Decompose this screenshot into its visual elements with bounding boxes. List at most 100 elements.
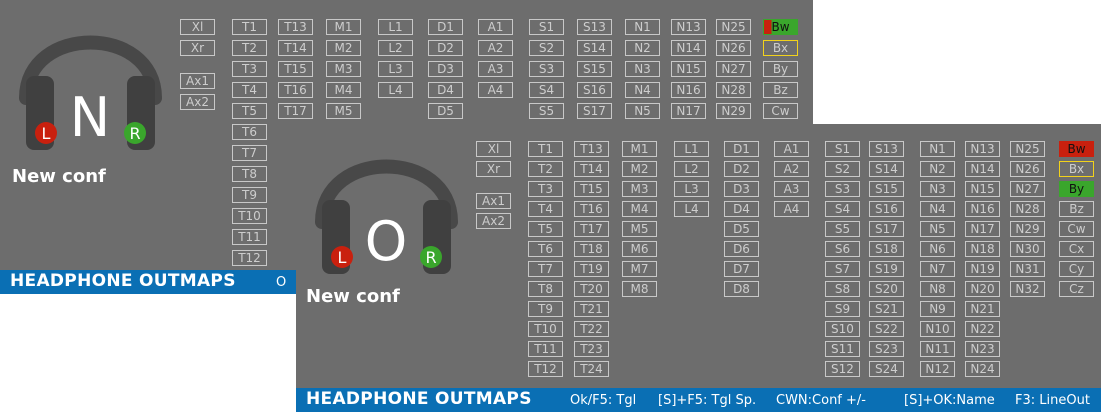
ch-a3-button[interactable]: A3 (478, 61, 513, 77)
ch-n4-button[interactable]: N4 (920, 201, 955, 217)
ch-n12-button[interactable]: N12 (920, 361, 955, 377)
ch-s4-button[interactable]: S4 (825, 201, 860, 217)
ch-t10-button[interactable]: T10 (232, 208, 267, 224)
ch-t2-button[interactable]: T2 (232, 40, 267, 56)
ch-n26-button[interactable]: N26 (716, 40, 751, 56)
ch-l2-button[interactable]: L2 (674, 161, 709, 177)
ch-n1-button[interactable]: N1 (625, 19, 660, 35)
ch-m1-button[interactable]: M1 (622, 141, 657, 157)
ch-t7-button[interactable]: T7 (232, 145, 267, 161)
ch-a4-button[interactable]: A4 (774, 201, 809, 217)
ch-t20-button[interactable]: T20 (574, 281, 609, 297)
ch-s20-button[interactable]: S20 (869, 281, 904, 297)
ch-d5-button[interactable]: D5 (428, 103, 463, 119)
ch-bx-button[interactable]: Bx (763, 40, 798, 56)
ch-d7-button[interactable]: D7 (724, 261, 759, 277)
ch-s3-button[interactable]: S3 (529, 61, 564, 77)
ch-s10-button[interactable]: S10 (825, 321, 860, 337)
ch-n3-button[interactable]: N3 (625, 61, 660, 77)
ch-bz-button[interactable]: Bz (763, 82, 798, 98)
ch-n16-button[interactable]: N16 (965, 201, 1000, 217)
ch-s11-button[interactable]: S11 (825, 341, 860, 357)
ch-s22-button[interactable]: S22 (869, 321, 904, 337)
ch-t5-button[interactable]: T5 (528, 221, 563, 237)
ch-s9-button[interactable]: S9 (825, 301, 860, 317)
ch-n21-button[interactable]: N21 (965, 301, 1000, 317)
ch-t10-button[interactable]: T10 (528, 321, 563, 337)
ch-t16-button[interactable]: T16 (278, 82, 313, 98)
ch-m5-button[interactable]: M5 (622, 221, 657, 237)
ch-t11-button[interactable]: T11 (528, 341, 563, 357)
ch-n28-button[interactable]: N28 (1010, 201, 1045, 217)
ch-xr-button[interactable]: Xr (180, 40, 215, 56)
ch-d1-button[interactable]: D1 (724, 141, 759, 157)
ch-d4-button[interactable]: D4 (428, 82, 463, 98)
ch-a4-button[interactable]: A4 (478, 82, 513, 98)
ch-d6-button[interactable]: D6 (724, 241, 759, 257)
ch-l4-button[interactable]: L4 (674, 201, 709, 217)
ch-a2-button[interactable]: A2 (478, 40, 513, 56)
ch-t6-button[interactable]: T6 (232, 124, 267, 140)
ch-n32-button[interactable]: N32 (1010, 281, 1045, 297)
ch-t24-button[interactable]: T24 (574, 361, 609, 377)
ch-ax2-button[interactable]: Ax2 (476, 213, 511, 229)
ch-t12-button[interactable]: T12 (232, 250, 267, 266)
ch-s3-button[interactable]: S3 (825, 181, 860, 197)
ch-n26-button[interactable]: N26 (1010, 161, 1045, 177)
ch-n27-button[interactable]: N27 (1010, 181, 1045, 197)
ch-ax2-button[interactable]: Ax2 (180, 94, 215, 110)
ch-n30-button[interactable]: N30 (1010, 241, 1045, 257)
ch-n15-button[interactable]: N15 (965, 181, 1000, 197)
ch-n27-button[interactable]: N27 (716, 61, 751, 77)
ch-n15-button[interactable]: N15 (671, 61, 706, 77)
ch-cx-button[interactable]: Cx (1059, 241, 1094, 257)
ch-m8-button[interactable]: M8 (622, 281, 657, 297)
ch-t4-button[interactable]: T4 (528, 201, 563, 217)
conf-name[interactable]: New conf (12, 166, 106, 187)
ch-by-button[interactable]: By (1059, 181, 1094, 197)
ch-n5-button[interactable]: N5 (625, 103, 660, 119)
ch-m3-button[interactable]: M3 (622, 181, 657, 197)
ch-n7-button[interactable]: N7 (920, 261, 955, 277)
ch-bz-button[interactable]: Bz (1059, 201, 1094, 217)
ch-d3-button[interactable]: D3 (724, 181, 759, 197)
ch-s5-button[interactable]: S5 (825, 221, 860, 237)
ch-d1-button[interactable]: D1 (428, 19, 463, 35)
ch-m7-button[interactable]: M7 (622, 261, 657, 277)
ch-t9-button[interactable]: T9 (528, 301, 563, 317)
ch-m6-button[interactable]: M6 (622, 241, 657, 257)
ch-t8-button[interactable]: T8 (232, 166, 267, 182)
ch-s14-button[interactable]: S14 (869, 161, 904, 177)
ch-s15-button[interactable]: S15 (869, 181, 904, 197)
ch-t9-button[interactable]: T9 (232, 187, 267, 203)
ch-d8-button[interactable]: D8 (724, 281, 759, 297)
ch-cz-button[interactable]: Cz (1059, 281, 1094, 297)
ch-n18-button[interactable]: N18 (965, 241, 1000, 257)
ch-n23-button[interactable]: N23 (965, 341, 1000, 357)
ch-n24-button[interactable]: N24 (965, 361, 1000, 377)
ch-s19-button[interactable]: S19 (869, 261, 904, 277)
ch-s12-button[interactable]: S12 (825, 361, 860, 377)
ch-n6-button[interactable]: N6 (920, 241, 955, 257)
ch-t11-button[interactable]: T11 (232, 229, 267, 245)
ch-n22-button[interactable]: N22 (965, 321, 1000, 337)
ch-n8-button[interactable]: N8 (920, 281, 955, 297)
ch-d5-button[interactable]: D5 (724, 221, 759, 237)
ch-l1-button[interactable]: L1 (378, 19, 413, 35)
ch-n1-button[interactable]: N1 (920, 141, 955, 157)
ch-s8-button[interactable]: S8 (825, 281, 860, 297)
ch-xl-button[interactable]: Xl (476, 141, 511, 157)
ch-t13-button[interactable]: T13 (278, 19, 313, 35)
ch-n25-button[interactable]: N25 (716, 19, 751, 35)
ch-t7-button[interactable]: T7 (528, 261, 563, 277)
ch-t17-button[interactable]: T17 (574, 221, 609, 237)
ch-t21-button[interactable]: T21 (574, 301, 609, 317)
ch-xl-button[interactable]: Xl (180, 19, 215, 35)
ch-m4-button[interactable]: M4 (326, 82, 361, 98)
ch-n2-button[interactable]: N2 (625, 40, 660, 56)
ch-s13-button[interactable]: S13 (869, 141, 904, 157)
ch-l3-button[interactable]: L3 (674, 181, 709, 197)
ch-t13-button[interactable]: T13 (574, 141, 609, 157)
ch-a1-button[interactable]: A1 (478, 19, 513, 35)
ch-t12-button[interactable]: T12 (528, 361, 563, 377)
